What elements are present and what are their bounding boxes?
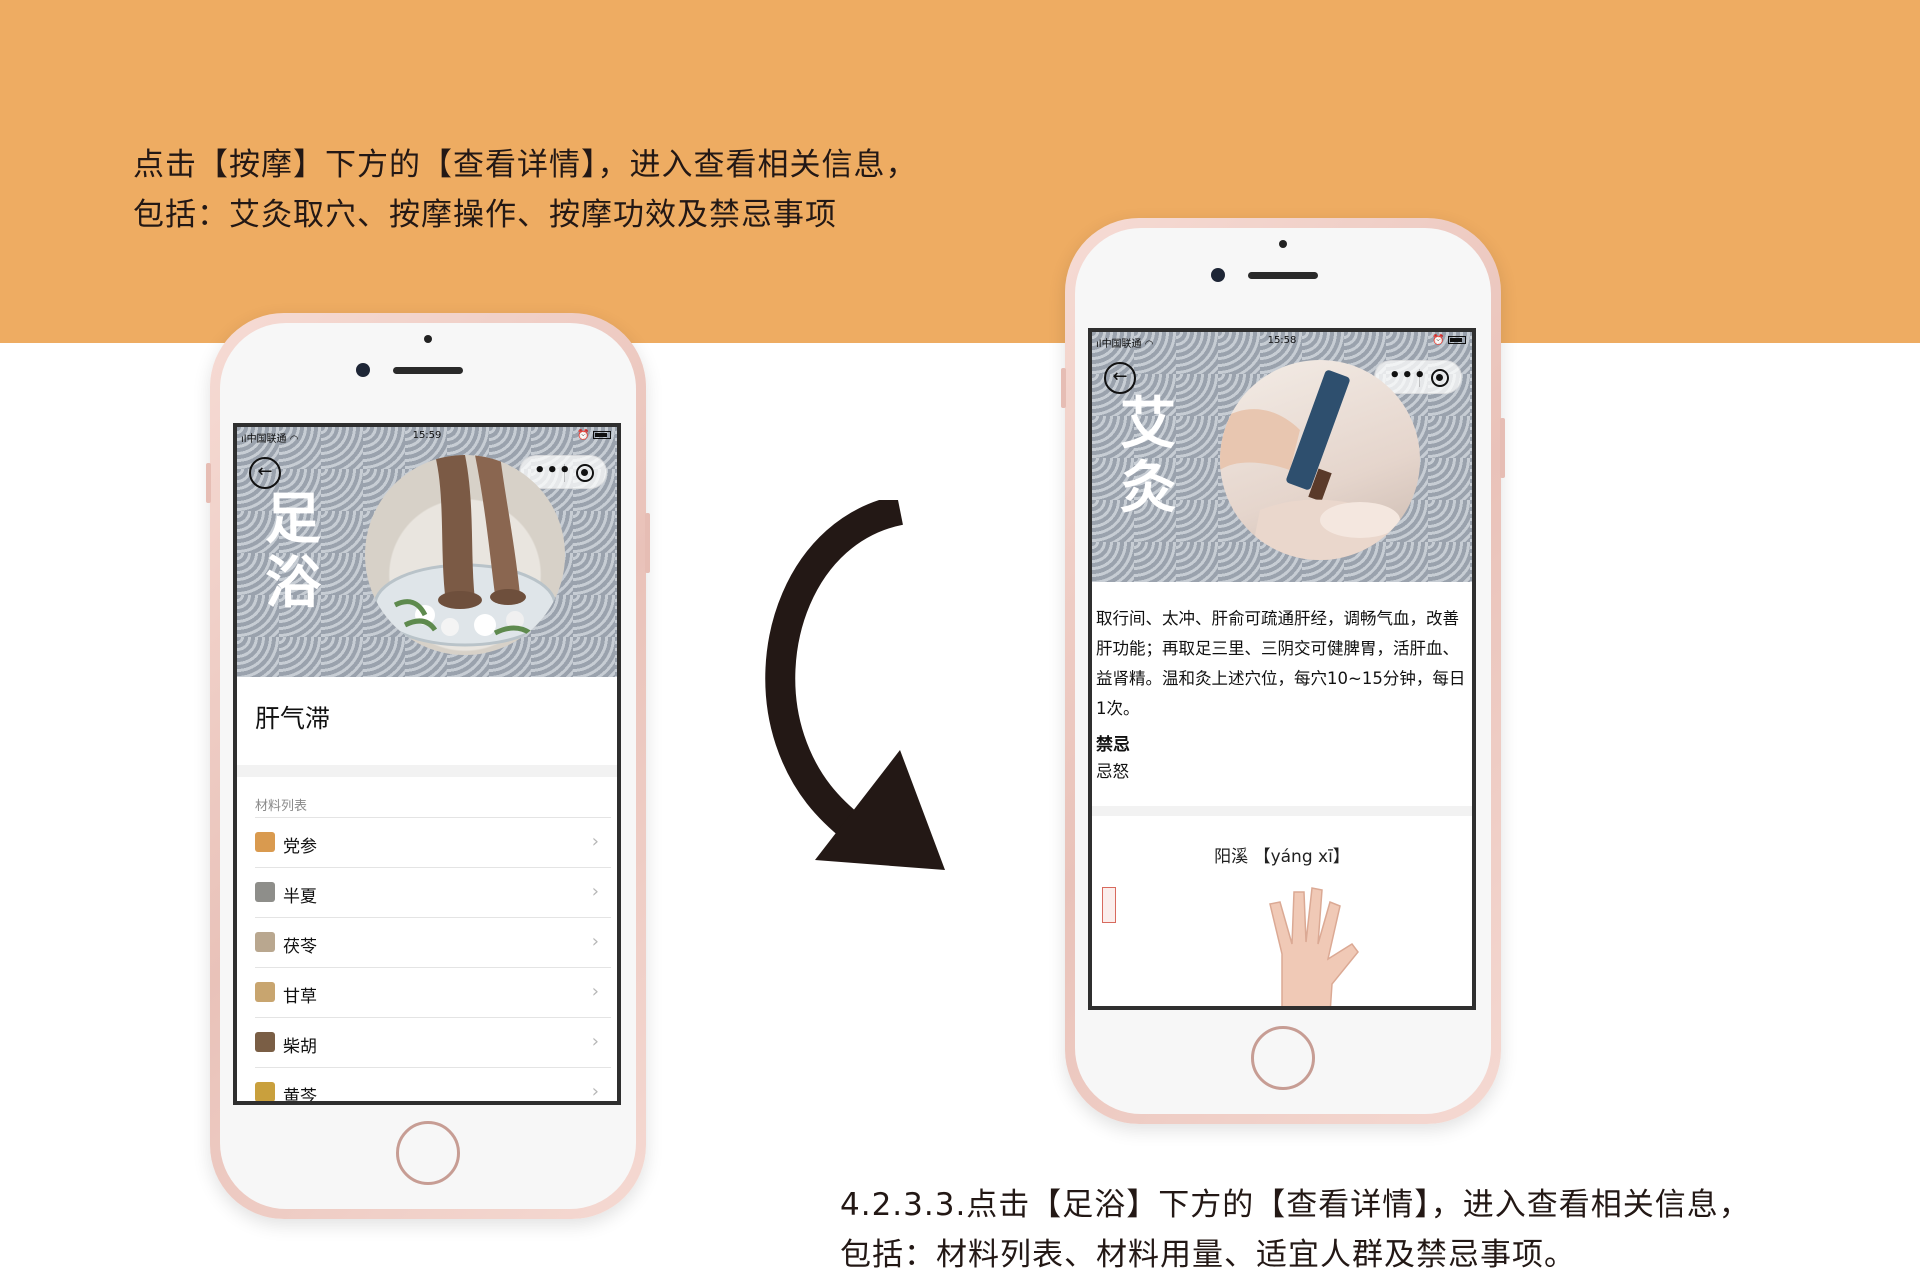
chevron-right-icon: ›: [591, 881, 599, 902]
screen-right: ıl中国联通 ◠ 15:58 ⏰ ← ••• 艾灸 取行间、太冲、肝俞可疏通肝经…: [1088, 328, 1476, 1010]
material-thumbnail: [255, 982, 275, 1002]
contraindication-text: 忌怒: [1096, 762, 1129, 781]
materials-list: 党参 › 半夏 › 茯苓 › 甘草 › 柴胡 › 黄芩 ›: [255, 817, 611, 1105]
home-button[interactable]: [1251, 1026, 1315, 1090]
foot-bath-illustration: [373, 455, 557, 647]
materials-section-label: 材料列表: [255, 799, 308, 814]
chevron-right-icon: ›: [591, 931, 599, 952]
transition-arrow-icon: [765, 500, 945, 870]
target-close-icon[interactable]: [1431, 369, 1449, 387]
top-caption-line2: 包括：艾灸取穴、按摩操作、按摩功效及禁忌事项: [133, 197, 837, 233]
material-name: 茯苓: [283, 937, 317, 957]
power-button: [645, 513, 650, 573]
back-arrow-icon: ←: [257, 461, 273, 482]
phone-left: ıl中国联通 ◠ 15:59 ⏰ ← ••• 足浴 肝气滞 材料列表 党参 › …: [206, 313, 650, 1219]
section-divider: [237, 765, 617, 777]
material-item-chaihu[interactable]: 柴胡 ›: [255, 1017, 611, 1067]
material-thumbnail: [255, 882, 275, 902]
recipe-title: 肝气滞: [255, 704, 331, 733]
earpiece-speaker: [1248, 272, 1318, 279]
wifi-icon: ◠: [1144, 339, 1154, 350]
top-caption: 点击【按摩】下方的【查看详情】，进入查看相关信息， 包括：艾灸取穴、按摩操作、按…: [133, 140, 918, 240]
moxibustion-description: 取行间、太冲、肝俞可疏通肝经，调畅气血，改善肝功能；再取足三里、三阴交可健脾胃，…: [1096, 609, 1466, 718]
contraindication-heading: 禁忌: [1096, 735, 1130, 755]
section-divider: [1092, 806, 1472, 816]
material-name: 黄芩: [283, 1087, 317, 1105]
back-button[interactable]: ←: [249, 457, 281, 489]
mute-switch: [206, 463, 211, 503]
hero-title: 艾灸: [1120, 391, 1176, 521]
capsule-divider: [564, 464, 565, 482]
status-carrier: ıl中国联通 ◠: [1096, 339, 1154, 350]
status-time: 15:58: [1267, 335, 1297, 346]
status-carrier: ıl中国联通 ◠: [241, 434, 299, 445]
acupoint-label: 阳溪 【yáng xī】: [1214, 847, 1350, 867]
seal-stamp-icon: [1102, 887, 1116, 923]
material-name: 柴胡: [283, 1037, 317, 1057]
back-button[interactable]: ←: [1104, 362, 1136, 394]
material-name: 半夏: [283, 887, 317, 907]
status-time: 15:59: [412, 430, 442, 441]
hero-banner: ıl中国联通 ◠ 15:59 ⏰ ← ••• 足浴: [237, 427, 617, 677]
material-name: 党参: [283, 837, 317, 857]
back-arrow-icon: ←: [1112, 366, 1128, 387]
status-bar: ıl中国联通 ◠ 15:58 ⏰: [1092, 332, 1472, 352]
material-item-gancao[interactable]: 甘草 ›: [255, 967, 611, 1017]
screen-left: ıl中国联通 ◠ 15:59 ⏰ ← ••• 足浴 肝气滞 材料列表 党参 › …: [233, 423, 621, 1105]
moxibustion-photo: [1220, 360, 1420, 560]
material-item-fuling[interactable]: 茯苓 ›: [255, 917, 611, 967]
bottom-caption-line2: 包括：材料列表、材料用量、适宜人群及禁忌事项。: [840, 1237, 1576, 1273]
more-dots-icon[interactable]: •••: [1389, 365, 1427, 386]
front-camera: [1211, 268, 1225, 282]
battery-icon: [1448, 336, 1466, 344]
material-thumbnail: [255, 832, 275, 852]
proximity-sensor: [1279, 240, 1287, 248]
wifi-icon: ◠: [289, 434, 299, 445]
material-item-huangqin[interactable]: 黄芩 ›: [255, 1067, 611, 1105]
alarm-icon: ⏰: [577, 430, 590, 441]
earpiece-speaker: [393, 367, 463, 374]
foot-bath-photo: [365, 455, 565, 655]
more-dots-icon[interactable]: •••: [534, 460, 572, 481]
target-close-icon[interactable]: [576, 464, 594, 482]
power-button: [1500, 418, 1505, 478]
hero-banner: ıl中国联通 ◠ 15:58 ⏰ ← ••• 艾灸: [1092, 332, 1472, 582]
status-icons: ⏰: [577, 430, 611, 441]
proximity-sensor: [424, 335, 432, 343]
status-icons: ⏰: [1432, 335, 1466, 346]
front-camera: [356, 363, 370, 377]
material-thumbnail: [255, 1082, 275, 1101]
battery-icon: [593, 431, 611, 439]
status-bar: ıl中国联通 ◠ 15:59 ⏰: [237, 427, 617, 447]
top-caption-line1: 点击【按摩】下方的【查看详情】，进入查看相关信息，: [133, 147, 918, 183]
chevron-right-icon: ›: [591, 1081, 599, 1102]
material-name: 甘草: [283, 987, 317, 1007]
home-button[interactable]: [396, 1121, 460, 1185]
chevron-right-icon: ›: [591, 1031, 599, 1052]
mute-switch: [1061, 368, 1066, 408]
material-thumbnail: [255, 1032, 275, 1052]
chevron-right-icon: ›: [591, 831, 599, 852]
alarm-icon: ⏰: [1432, 335, 1445, 346]
material-item-banxia[interactable]: 半夏 ›: [255, 867, 611, 917]
hand-acupoint-illustration: [1269, 887, 1359, 1006]
bottom-caption-line1: 4.2.3.3.点击【足浴】下方的【查看详情】，进入查看相关信息，: [840, 1187, 1751, 1223]
moxibustion-illustration: [1220, 370, 1420, 560]
material-thumbnail: [255, 932, 275, 952]
chevron-right-icon: ›: [591, 981, 599, 1002]
capsule-divider: [1419, 369, 1420, 387]
material-item-dangshen[interactable]: 党参 ›: [255, 817, 611, 867]
bottom-caption: 4.2.3.3.点击【足浴】下方的【查看详情】，进入查看相关信息， 包括：材料列…: [840, 1180, 1751, 1280]
hero-title: 足浴: [265, 486, 321, 616]
phone-right: ıl中国联通 ◠ 15:58 ⏰ ← ••• 艾灸 取行间、太冲、肝俞可疏通肝经…: [1061, 218, 1505, 1124]
